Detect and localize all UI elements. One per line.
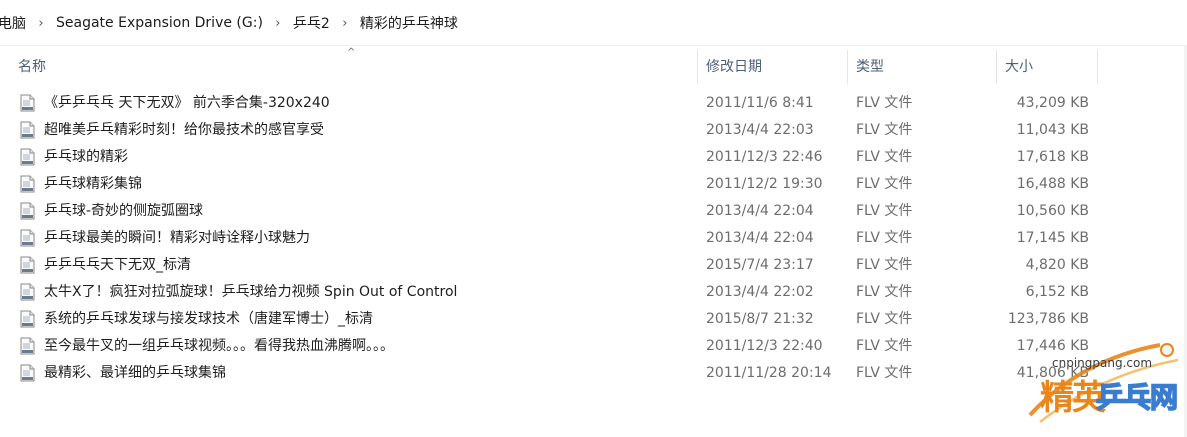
watermark-brand-b: 乒乓网 <box>1095 380 1179 415</box>
file-row[interactable]: 乒乒乓乓天下无双_标清 2015/7/4 23:17 FLV 文件 4,820 KB <box>0 252 1187 279</box>
file-name[interactable]: 乒乓球的精彩 <box>44 144 128 171</box>
file-type: FLV 文件 <box>856 149 913 165</box>
flash-video-file-icon <box>20 310 35 328</box>
file-type: FLV 文件 <box>856 257 913 273</box>
file-size: 16,488 KB <box>1016 176 1089 192</box>
file-row[interactable]: 最精彩、最详细的乒乓球集锦 2011/11/28 20:14 FLV 文件 41,80… <box>0 360 1187 387</box>
flash-video-file-icon <box>20 256 35 274</box>
file-modified-date: 2013/4/4 22:04 <box>706 203 814 219</box>
file-type: FLV 文件 <box>856 203 913 219</box>
breadcrumb-item-pc[interactable]: 电脑 <box>0 13 26 33</box>
file-name[interactable]: 超唯美乒乓精彩时刻！给你最技术的感官享受 <box>44 117 324 144</box>
file-type: FLV 文件 <box>856 95 913 111</box>
file-size: 10,560 KB <box>1016 203 1089 219</box>
column-divider[interactable] <box>1097 50 1098 84</box>
file-row[interactable]: 乒乓球-奇妙的侧旋弧圈球 2013/4/4 22:04 FLV 文件 10,560 K… <box>0 198 1187 225</box>
chevron-right-icon[interactable]: › <box>26 16 56 31</box>
file-type: FLV 文件 <box>856 338 913 354</box>
file-name[interactable]: 太牛X了！疯狂对拉弧旋球！乒乓球给力视频 Spin Out of Control <box>44 279 457 306</box>
file-type: FLV 文件 <box>856 176 913 192</box>
file-modified-date: 2013/4/4 22:03 <box>706 122 814 138</box>
flash-video-file-icon <box>20 283 35 301</box>
column-header-name[interactable]: 名称 <box>10 50 697 84</box>
file-name[interactable]: 系统的乒乓球发球与接发球技术（唐建军博士）_标清 <box>44 306 373 333</box>
breadcrumb-item-current-folder[interactable]: 精彩的乒乓神球 <box>360 13 458 33</box>
watermark-url: cnpingpang.com <box>1052 356 1153 370</box>
flash-video-file-icon <box>20 364 35 382</box>
flash-video-file-icon <box>20 337 35 355</box>
file-size: 6,152 KB <box>1025 284 1089 300</box>
file-row[interactable]: 系统的乒乓球发球与接发球技术（唐建军博士）_标清 2015/8/7 21:32 FL… <box>0 306 1187 333</box>
flash-video-file-icon <box>20 121 35 139</box>
file-name[interactable]: 至今最牛叉的一组乒乓球视频。。。看得我热血沸腾啊。。。 <box>44 333 394 360</box>
file-name[interactable]: 最精彩、最详细的乒乓球集锦 <box>44 360 226 387</box>
file-type: FLV 文件 <box>856 311 913 327</box>
file-modified-date: 2011/12/3 22:46 <box>706 149 823 165</box>
chevron-right-icon[interactable]: › <box>330 16 360 31</box>
file-size: 4,820 KB <box>1025 257 1089 273</box>
file-size: 17,145 KB <box>1016 230 1089 246</box>
file-type: FLV 文件 <box>856 230 913 246</box>
flash-video-file-icon <box>20 229 35 247</box>
column-header-size[interactable]: 大小 <box>997 50 1097 84</box>
file-modified-date: 2011/12/2 19:30 <box>706 176 823 192</box>
breadcrumb-item-drive[interactable]: Seagate Expansion Drive (G:) <box>56 15 263 31</box>
flash-video-file-icon <box>20 148 35 166</box>
file-row[interactable]: 《乒乒乓乓 天下无双》 前六季合集-320x240 2011/11/6 8:41 F… <box>0 90 1187 117</box>
file-modified-date: 2015/7/4 23:17 <box>706 257 814 273</box>
address-bar-divider <box>0 45 1187 46</box>
file-row[interactable]: 太牛X了！疯狂对拉弧旋球！乒乓球给力视频 Spin Out of Control… <box>0 279 1187 306</box>
file-modified-date: 2011/11/28 20:14 <box>706 365 832 381</box>
flash-video-file-icon <box>20 175 35 193</box>
file-modified-date: 2013/4/4 22:02 <box>706 284 814 300</box>
file-type: FLV 文件 <box>856 284 913 300</box>
file-row[interactable]: 至今最牛叉的一组乒乓球视频。。。看得我热血沸腾啊。。。 2011/12/3 22:… <box>0 333 1187 360</box>
breadcrumb-item-folder[interactable]: 乒乓2 <box>293 13 330 33</box>
file-size: 43,209 KB <box>1016 95 1089 111</box>
file-list: 《乒乒乓乓 天下无双》 前六季合集-320x240 2011/11/6 8:41 F… <box>0 90 1187 387</box>
file-name[interactable]: 乒乓球-奇妙的侧旋弧圈球 <box>44 198 203 225</box>
file-row[interactable]: 乒乓球精彩集锦 2011/12/2 19:30 FLV 文件 16,488 KB <box>0 171 1187 198</box>
site-watermark-logo: cnpingpang.com 精英 乒乓网 <box>1010 320 1187 437</box>
column-header-row: ^ 名称 修改日期 类型 大小 <box>0 47 1187 84</box>
file-size: 17,618 KB <box>1016 149 1089 165</box>
flash-video-file-icon <box>20 202 35 220</box>
flash-video-file-icon <box>20 94 35 112</box>
column-header-type[interactable]: 类型 <box>848 50 996 84</box>
file-row[interactable]: 乒乓球的精彩 2011/12/3 22:46 FLV 文件 17,618 KB <box>0 144 1187 171</box>
file-row[interactable]: 乒乓球最美的瞬间！精彩对峙诠释小球魅力 2013/4/4 22:04 FLV 文件 1… <box>0 225 1187 252</box>
file-name[interactable]: 乒乓球最美的瞬间！精彩对峙诠释小球魅力 <box>44 225 310 252</box>
file-modified-date: 2011/11/6 8:41 <box>706 95 814 111</box>
file-name[interactable]: 乒乓球精彩集锦 <box>44 171 142 198</box>
file-row[interactable]: 超唯美乒乓精彩时刻！给你最技术的感官享受 2013/4/4 22:03 FLV 文件… <box>0 117 1187 144</box>
breadcrumb: 电脑 › Seagate Expansion Drive (G:) › 乒乓2 … <box>0 0 1187 46</box>
watermark-brand-a: 精英 <box>1040 378 1106 418</box>
chevron-right-icon[interactable]: › <box>263 16 293 31</box>
file-type: FLV 文件 <box>856 365 913 381</box>
file-name[interactable]: 《乒乒乓乓 天下无双》 前六季合集-320x240 <box>44 90 330 117</box>
column-header-date[interactable]: 修改日期 <box>698 50 847 84</box>
file-name[interactable]: 乒乒乓乓天下无双_标清 <box>44 252 191 279</box>
file-modified-date: 2013/4/4 22:04 <box>706 230 814 246</box>
file-type: FLV 文件 <box>856 122 913 138</box>
file-size: 11,043 KB <box>1016 122 1089 138</box>
file-modified-date: 2011/12/3 22:40 <box>706 338 823 354</box>
file-modified-date: 2015/8/7 21:32 <box>706 311 814 327</box>
